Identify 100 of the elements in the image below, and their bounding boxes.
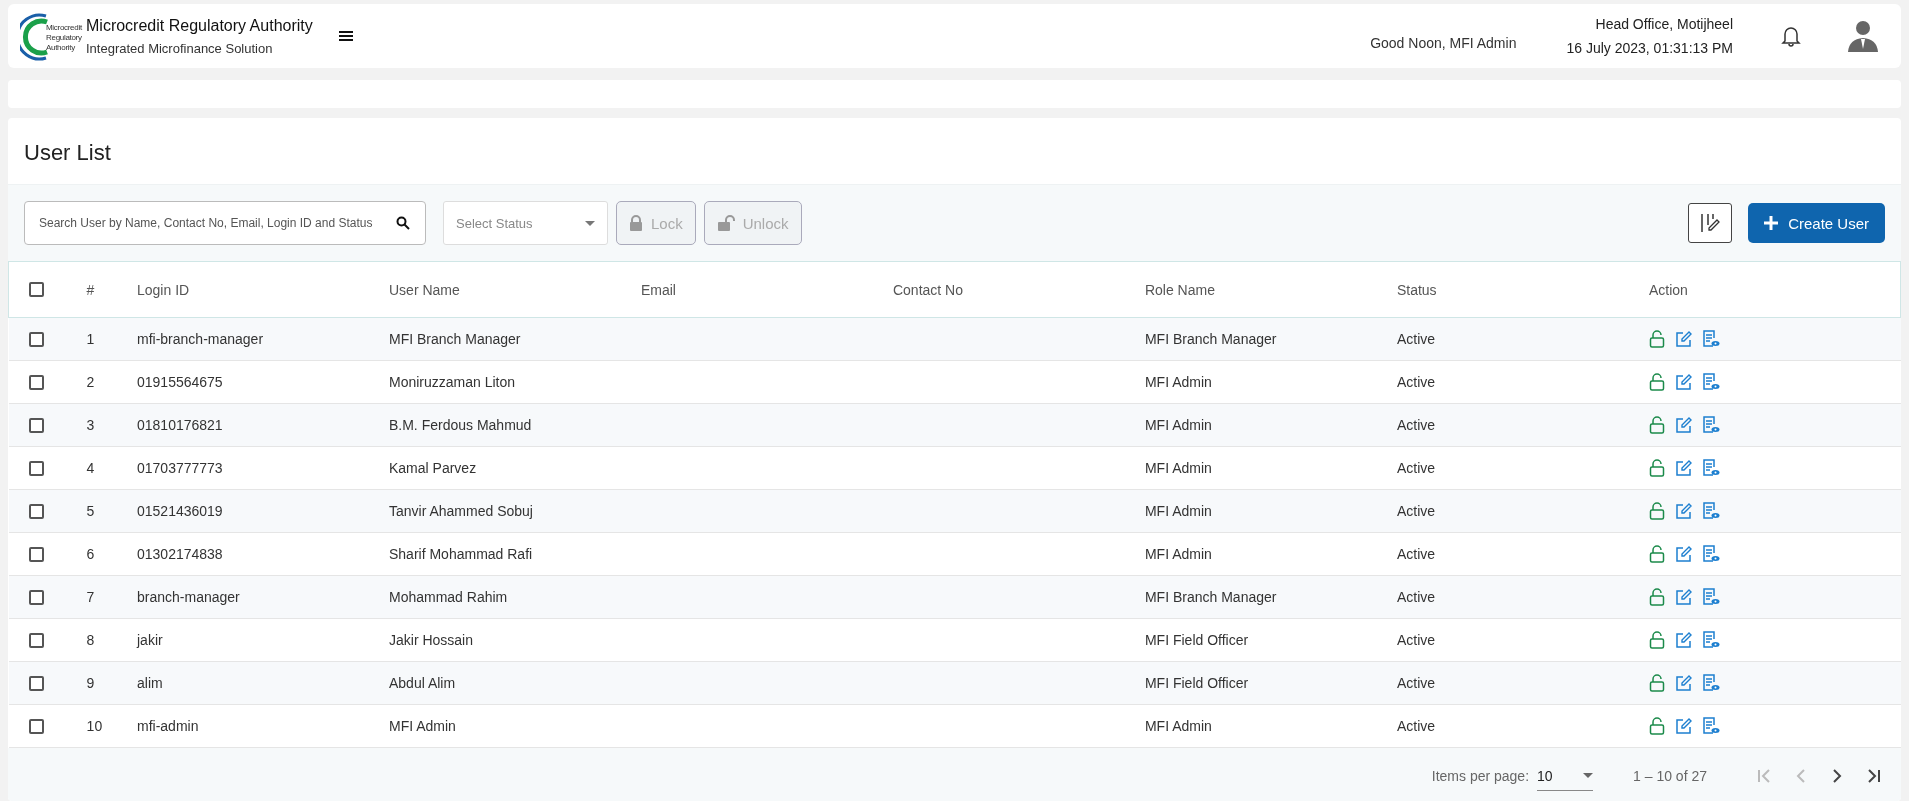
- table-cell: 01915564675: [137, 374, 223, 390]
- table-cell: Active: [1396, 331, 1436, 347]
- page-size-dropdown[interactable]: 10: [1537, 761, 1594, 791]
- table-cell: Moniruzzaman Liton: [389, 374, 516, 390]
- unlock-icon: [716, 215, 735, 231]
- table-cell: Active: [1396, 546, 1436, 562]
- table-cell: Active: [1396, 675, 1436, 691]
- caret-icon: [1583, 773, 1594, 778]
- table-cell: MFI Admin: [1144, 718, 1212, 734]
- greeting-text: Good Noon, MFI Admin: [1370, 35, 1517, 51]
- row-checkbox[interactable]: [28, 546, 44, 562]
- row-checkbox[interactable]: [28, 632, 44, 648]
- table-cell: B.M. Ferdous Mahmud: [389, 417, 532, 433]
- bell-icon[interactable]: [1781, 25, 1801, 47]
- search-icon: [396, 216, 410, 230]
- table-cell: Active: [1396, 589, 1436, 605]
- row-checkbox[interactable]: [28, 460, 44, 476]
- table-cell: Mohammad Rahim: [389, 589, 508, 605]
- select-all-checkbox[interactable]: [29, 282, 44, 297]
- table-cell: 01810176821: [137, 417, 223, 433]
- edit-icon[interactable]: [1674, 416, 1692, 434]
- logo-text: Microcredit: [46, 23, 82, 33]
- table-cell: Active: [1396, 718, 1436, 734]
- table-cell: 5: [86, 503, 95, 519]
- column-header: Role Name: [1144, 281, 1215, 298]
- document-view-icon[interactable]: [1701, 717, 1720, 735]
- column-settings-button[interactable]: [1688, 203, 1733, 243]
- edit-icon[interactable]: [1674, 717, 1692, 735]
- table-cell: 3: [86, 417, 95, 433]
- page-title: User List: [23, 139, 112, 167]
- unlock-icon[interactable]: [1648, 588, 1665, 606]
- document-view-icon[interactable]: [1701, 416, 1720, 434]
- edit-icon[interactable]: [1674, 459, 1692, 477]
- edit-icon[interactable]: [1674, 545, 1692, 563]
- row-checkbox[interactable]: [28, 718, 44, 734]
- column-header: Status: [1396, 281, 1437, 298]
- table-cell: 01703777773: [137, 460, 223, 476]
- date-time: 16 July 2023, 01:31:13 PM: [1566, 40, 1733, 56]
- edit-icon[interactable]: [1674, 674, 1692, 692]
- unlock-icon[interactable]: [1648, 459, 1665, 477]
- table-cell: Jakir Hossain: [389, 632, 473, 648]
- table-cell: 01521436019: [137, 503, 223, 519]
- table-cell: Abdul Alim: [389, 675, 456, 691]
- edit-icon[interactable]: [1674, 502, 1692, 520]
- lock-icon: [629, 215, 643, 231]
- unlock-icon[interactable]: [1648, 717, 1665, 735]
- unlock-icon[interactable]: [1648, 631, 1665, 649]
- edit-icon[interactable]: [1674, 330, 1692, 348]
- document-view-icon[interactable]: [1701, 631, 1720, 649]
- unlock-icon[interactable]: [1648, 416, 1665, 434]
- create-user-button[interactable]: Create User: [1748, 203, 1885, 243]
- table-cell: 8: [86, 632, 95, 648]
- org-name: Microcredit Regulatory Authority: [86, 16, 313, 35]
- unlock-icon[interactable]: [1648, 330, 1665, 348]
- search-field[interactable]: Search User by Name, Contact No, Email, Login ID and Status: [24, 201, 426, 245]
- unlock-icon[interactable]: [1648, 502, 1665, 520]
- table-cell: MFI Branch Manager: [389, 331, 521, 347]
- avatar-icon[interactable]: [1847, 19, 1879, 53]
- table-cell: alim: [137, 675, 163, 691]
- document-view-icon[interactable]: [1701, 502, 1720, 520]
- edit-icon[interactable]: [1674, 631, 1692, 649]
- row-checkbox[interactable]: [28, 374, 44, 390]
- document-view-icon[interactable]: [1701, 330, 1720, 348]
- edit-icon[interactable]: [1674, 373, 1692, 391]
- row-checkbox[interactable]: [28, 417, 44, 433]
- table-cell: Active: [1396, 374, 1436, 390]
- document-view-icon[interactable]: [1701, 373, 1720, 391]
- edit-icon[interactable]: [1674, 588, 1692, 606]
- table-cell: 4: [86, 460, 95, 476]
- table-cell: MFI Branch Manager: [1144, 589, 1277, 605]
- row-checkbox[interactable]: [28, 503, 44, 519]
- table-cell: MFI Field Officer: [1144, 675, 1249, 691]
- row-checkbox[interactable]: [28, 589, 44, 605]
- app-name: Integrated Microfinance Solution: [86, 40, 274, 56]
- row-checkbox[interactable]: [28, 675, 44, 691]
- table-cell: Active: [1396, 417, 1436, 433]
- document-view-icon[interactable]: [1701, 459, 1720, 477]
- unlock-icon[interactable]: [1648, 373, 1665, 391]
- table-cell: MFI Branch Manager: [1144, 331, 1277, 347]
- unlock-icon[interactable]: [1648, 545, 1665, 563]
- table-cell: branch-manager: [137, 589, 240, 605]
- menu-icon[interactable]: [338, 30, 353, 42]
- row-checkbox[interactable]: [28, 331, 44, 347]
- table-cell: Active: [1396, 632, 1436, 648]
- unlock-icon[interactable]: [1648, 674, 1665, 692]
- table-cell: 6: [86, 546, 95, 562]
- document-view-icon[interactable]: [1701, 588, 1720, 606]
- table-cell: 01302174838: [137, 546, 223, 562]
- table-cell: MFI Admin: [1144, 546, 1212, 562]
- logo-text: Regulatory: [46, 33, 82, 43]
- status-dropdown[interactable]: Select Status: [443, 201, 608, 245]
- column-header: User Name: [389, 281, 460, 298]
- column-header: #: [86, 281, 95, 298]
- document-view-icon[interactable]: [1701, 545, 1720, 563]
- table-cell: MFI Admin: [1144, 374, 1212, 390]
- plus-icon: [1764, 216, 1779, 230]
- table-cell: MFI Admin: [1144, 460, 1212, 476]
- document-view-icon[interactable]: [1701, 674, 1720, 692]
- table-cell: mfi-admin: [137, 718, 199, 734]
- table-cell: MFI Admin: [389, 718, 456, 734]
